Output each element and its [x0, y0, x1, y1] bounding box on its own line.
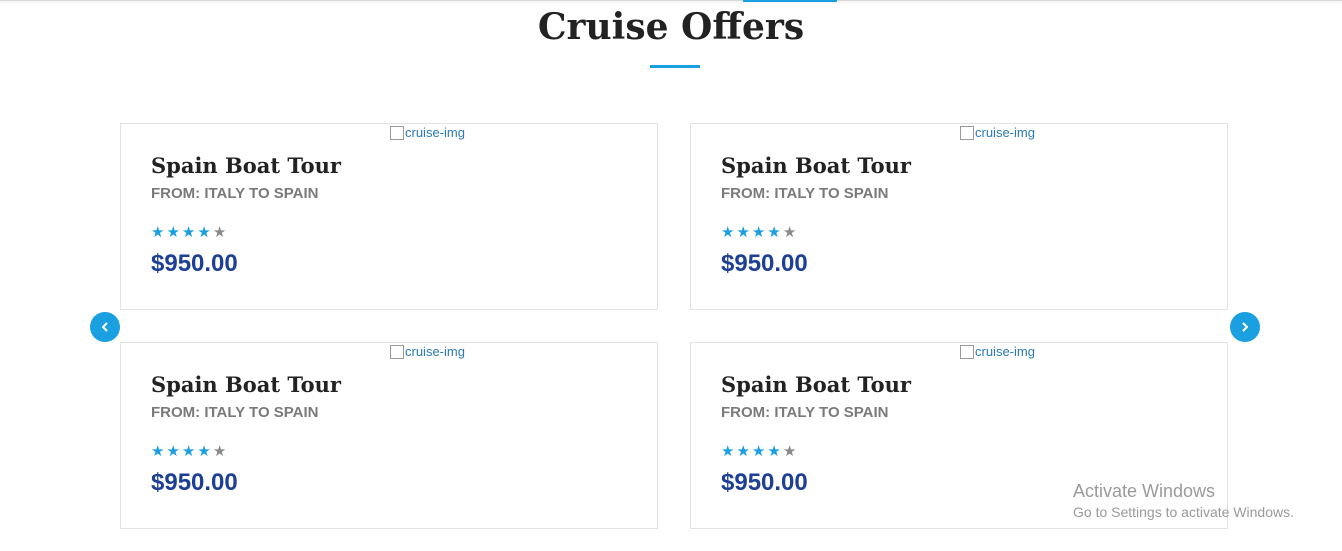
cruise-price: $950.00 — [151, 250, 238, 277]
chevron-left-icon — [102, 322, 108, 332]
star-filled-icon: ★ — [736, 443, 750, 460]
star-filled-icon: ★ — [721, 224, 735, 241]
cruise-title[interactable]: Spain Boat Tour — [721, 152, 911, 180]
cruise-image-alt: cruise-img — [405, 125, 465, 140]
active-nav-indicator — [743, 0, 837, 2]
star-filled-icon: ★ — [751, 443, 766, 460]
broken-image-icon — [390, 126, 404, 140]
broken-image-icon — [390, 345, 404, 359]
carousel-next-button[interactable] — [1230, 312, 1260, 342]
carousel-prev-button[interactable] — [90, 312, 120, 342]
broken-image-icon — [960, 345, 974, 359]
star-empty-icon: ★ — [212, 443, 227, 460]
cruise-card[interactable]: cruise-img Spain Boat Tour FROM: ITALY T… — [120, 342, 658, 529]
cruise-image-alt: cruise-img — [975, 125, 1035, 140]
cruise-route: FROM: ITALY TO SPAIN — [721, 185, 889, 202]
cruise-image[interactable]: cruise-img — [960, 343, 1035, 361]
star-empty-icon: ★ — [212, 224, 227, 241]
watermark-subtitle: Go to Settings to activate Windows. — [1073, 504, 1294, 520]
cruise-route: FROM: ITALY TO SPAIN — [721, 404, 889, 421]
cruise-price: $950.00 — [721, 250, 808, 277]
section-title: Cruise Offers — [537, 6, 805, 48]
windows-activation-watermark: Activate Windows Go to Settings to activ… — [1073, 480, 1294, 521]
title-underline — [650, 65, 700, 68]
star-filled-icon: ★ — [721, 443, 735, 460]
cruise-offers-page: Cruise Offers cruise-img Spain Boat Tour… — [0, 0, 1342, 551]
cruise-route: FROM: ITALY TO SPAIN — [151, 185, 319, 202]
cruise-card[interactable]: cruise-img Spain Boat Tour FROM: ITALY T… — [690, 123, 1228, 310]
star-rating: ★ ★ ★ ★ ★ — [151, 224, 226, 242]
cruise-image[interactable]: cruise-img — [960, 124, 1035, 142]
star-filled-icon: ★ — [166, 224, 180, 241]
star-filled-icon: ★ — [181, 443, 196, 460]
cruise-image[interactable]: cruise-img — [390, 124, 465, 142]
cruise-price: $950.00 — [151, 469, 238, 496]
star-filled-icon: ★ — [151, 443, 165, 460]
star-rating: ★ ★ ★ ★ ★ — [151, 443, 226, 461]
cruise-image-alt: cruise-img — [975, 344, 1035, 359]
star-rating: ★ ★ ★ ★ ★ — [721, 224, 796, 242]
watermark-title: Activate Windows — [1073, 481, 1216, 501]
cruise-title[interactable]: Spain Boat Tour — [151, 152, 341, 180]
broken-image-icon — [960, 126, 974, 140]
chevron-right-icon — [1242, 322, 1248, 332]
cruise-route: FROM: ITALY TO SPAIN — [151, 404, 319, 421]
star-filled-icon: ★ — [197, 443, 211, 460]
cruise-price: $950.00 — [721, 469, 808, 496]
star-filled-icon: ★ — [151, 224, 165, 241]
star-filled-icon: ★ — [767, 443, 781, 460]
star-filled-icon: ★ — [197, 224, 211, 241]
star-filled-icon: ★ — [736, 224, 750, 241]
star-filled-icon: ★ — [181, 224, 196, 241]
header-divider — [0, 0, 1342, 1]
star-filled-icon: ★ — [751, 224, 766, 241]
cruise-image-alt: cruise-img — [405, 344, 465, 359]
cruise-image[interactable]: cruise-img — [390, 343, 465, 361]
star-filled-icon: ★ — [166, 443, 180, 460]
star-filled-icon: ★ — [767, 224, 781, 241]
star-empty-icon: ★ — [782, 443, 797, 460]
star-empty-icon: ★ — [782, 224, 797, 241]
cruise-title[interactable]: Spain Boat Tour — [721, 371, 911, 399]
star-rating: ★ ★ ★ ★ ★ — [721, 443, 796, 461]
cruise-title[interactable]: Spain Boat Tour — [151, 371, 341, 399]
cruise-card[interactable]: cruise-img Spain Boat Tour FROM: ITALY T… — [120, 123, 658, 310]
